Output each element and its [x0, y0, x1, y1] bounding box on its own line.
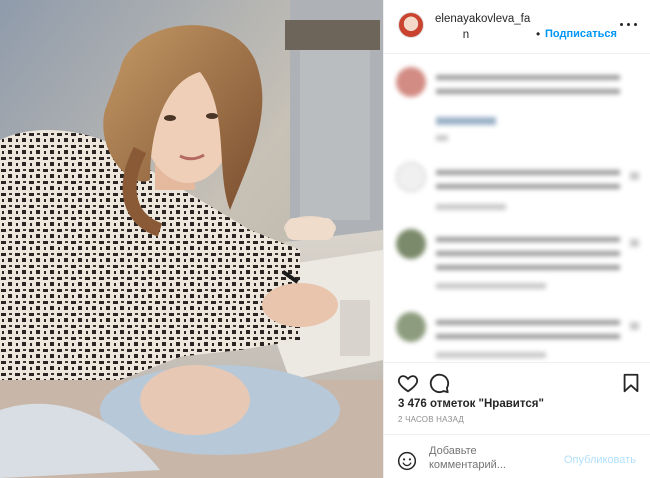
comment-item [384, 65, 650, 145]
author-avatar[interactable] [398, 12, 424, 38]
username-line2[interactable]: n [435, 27, 497, 43]
add-comment-bar: Опубликовать [384, 434, 650, 478]
comments-list [384, 55, 650, 362]
author-username[interactable]: elenayakovleva_fa n [435, 11, 537, 43]
comment-item [384, 227, 650, 297]
follow-button[interactable]: Подписаться [545, 27, 617, 41]
likes-count[interactable]: 3 476 отметок "Нравится" [398, 398, 544, 410]
comment-item [384, 160, 650, 220]
more-options-icon[interactable] [618, 18, 640, 32]
comment-item [384, 310, 650, 360]
separator-dot: • [536, 27, 541, 41]
bookmark-icon[interactable] [620, 372, 642, 394]
post-actions [384, 362, 650, 402]
publish-button[interactable]: Опубликовать [564, 454, 636, 466]
emoji-icon[interactable] [397, 451, 417, 471]
post-timestamp[interactable]: 2 ЧАСОВ НАЗАД [398, 415, 464, 424]
username-line1[interactable]: elenayakovleva_fa [435, 11, 537, 27]
photo-illustration [0, 0, 383, 478]
heart-icon[interactable] [397, 372, 419, 394]
comment-input[interactable] [429, 444, 547, 476]
post-photo[interactable] [0, 0, 383, 478]
comment-avatar [396, 229, 426, 259]
post-header: elenayakovleva_fa n • Подписаться [384, 0, 650, 54]
post-sidebar: elenayakovleva_fa n • Подписаться 3 476 … [383, 0, 650, 478]
comment-icon[interactable] [428, 372, 450, 394]
comment-avatar [396, 67, 426, 97]
comment-avatar [396, 312, 426, 342]
comment-avatar [396, 162, 426, 192]
